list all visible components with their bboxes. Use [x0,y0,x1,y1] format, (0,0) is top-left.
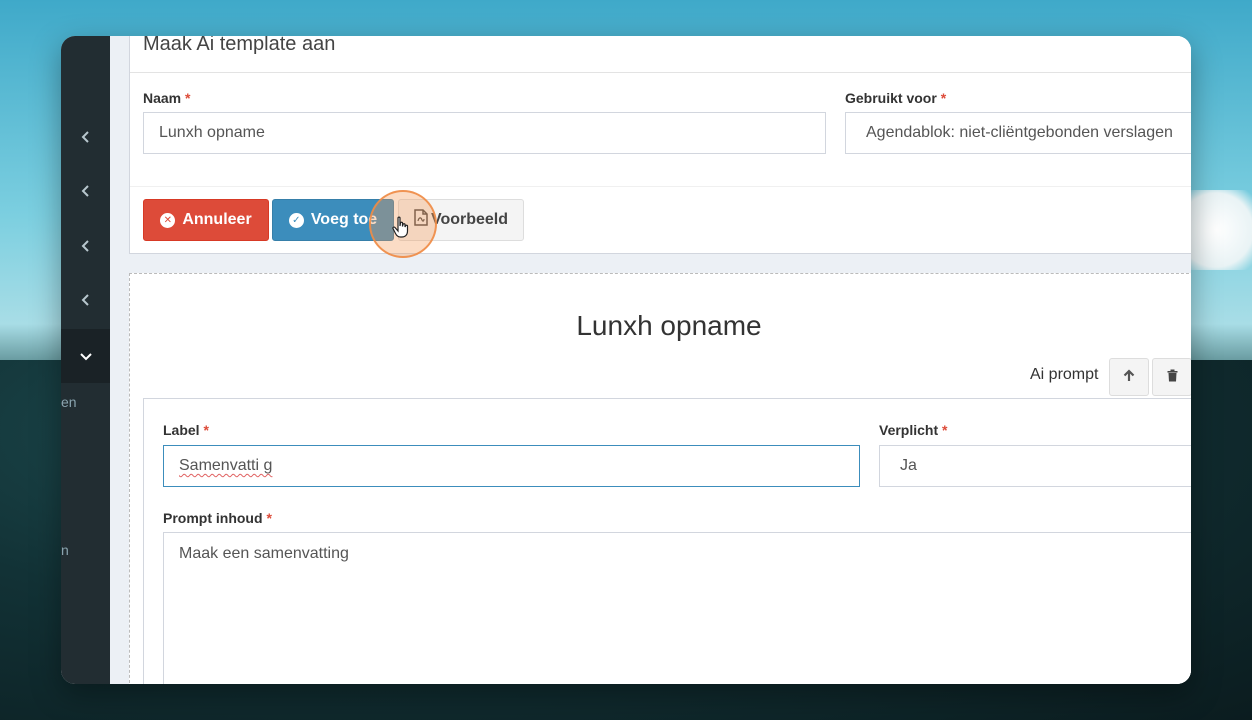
template-section-card: Lunxh opname Ai prompt Label * Samenvatt… [129,273,1191,684]
prompt-type-label: Ai prompt [1030,366,1099,383]
divider [130,72,1191,73]
verplicht-label: Verplicht * [879,422,948,438]
divider [130,186,1191,187]
hand-pointer-icon [392,216,410,243]
cancel-button[interactable]: ✕ Annuleer [143,199,269,241]
template-form-box: Maak Ai template aan Naam * Lunxh opname… [129,36,1191,254]
required-mark: * [185,90,191,106]
prompt-inhoud-textarea[interactable]: Maak een samenvatting [163,532,1191,684]
chevron-down-icon [79,348,92,364]
sidebar-item-4[interactable] [61,274,110,328]
chevron-left-icon [81,184,90,200]
times-circle-icon: ✕ [160,212,176,228]
trash-icon [1167,369,1178,385]
chevron-left-icon [81,130,90,146]
required-mark: * [940,90,947,106]
gebruikt-voor-label: Gebruikt voor * [845,90,947,106]
gebruikt-voor-select[interactable]: Agendablok: niet-cliëntgebonden verslage… [845,112,1191,154]
cancel-button-label: Annuleer [182,211,252,228]
naam-input[interactable]: Lunxh opname [143,112,826,154]
chevron-left-icon [81,239,90,255]
prompt-field-card: Label * Samenvatti g Verplicht * Ja Prom… [143,398,1191,684]
main-content: Maak Ai template aan Naam * Lunxh opname… [110,36,1191,684]
add-button-label: Voeg toe [310,211,378,228]
sidebar-item-2[interactable] [61,165,110,219]
verplicht-select[interactable]: Ja [879,445,1191,487]
label-field-label: Label * [163,422,209,438]
sidebar-partial-text[interactable]: n [61,542,69,558]
delete-button[interactable] [1152,358,1191,396]
sidebar-item-3[interactable] [61,220,110,274]
prompt-inhoud-label: Prompt inhoud * [163,510,272,526]
required-mark: * [942,422,948,438]
sidebar-item-1[interactable] [61,111,110,165]
page-title: Maak Ai template aan [143,36,336,55]
label-input[interactable]: Samenvatti g [163,445,860,487]
app-window: en n Maak Ai template aan Naam * Lunxh o… [61,36,1191,684]
section-title: Lunxh opname [576,310,762,341]
required-mark: * [203,422,209,438]
check-circle-icon: ✓ [288,212,304,228]
sidebar: en n [61,36,110,684]
sidebar-item-5-active[interactable] [61,329,110,383]
move-up-button[interactable] [1109,358,1149,396]
sidebar-partial-text[interactable]: en [61,394,77,410]
preview-button-label: Voorbeeld [430,211,509,228]
label-input-value: Samenvatti g [179,457,273,474]
arrow-up-icon [1123,369,1135,385]
required-mark: * [266,510,272,526]
naam-label: Naam * [143,90,191,106]
chevron-left-icon [81,293,90,309]
